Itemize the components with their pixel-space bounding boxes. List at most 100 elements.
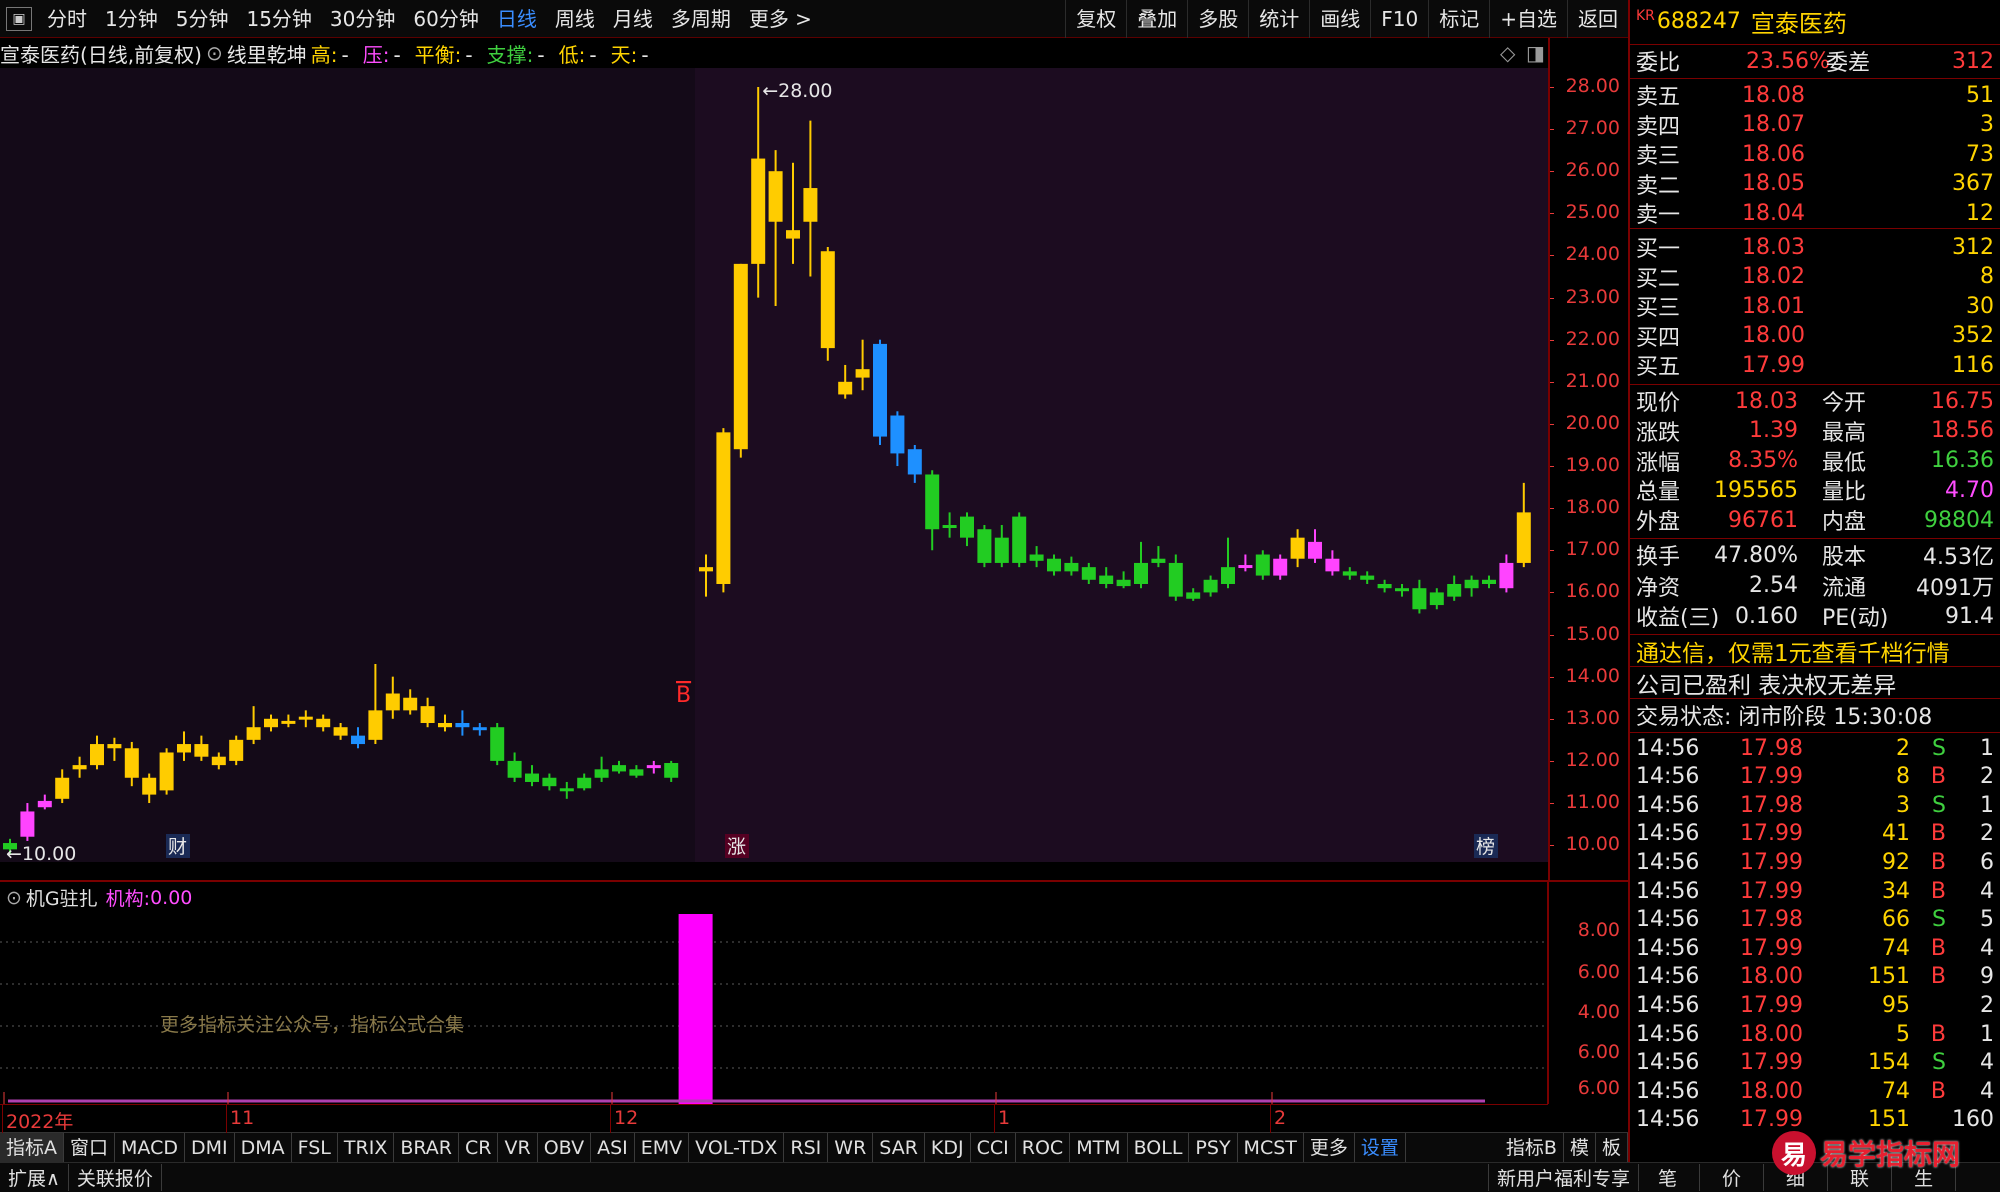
indicator-tab[interactable]: BOLL bbox=[1128, 1132, 1190, 1163]
indicator-tab[interactable]: KDJ bbox=[925, 1132, 971, 1163]
tool-button[interactable]: 标记 bbox=[1428, 0, 1489, 38]
event-tag[interactable]: 榜 bbox=[1476, 836, 1495, 858]
indicator-tab[interactable]: EMV bbox=[635, 1132, 690, 1163]
tick-price: 17.98 bbox=[1740, 907, 1803, 933]
indicator-tab[interactable]: MACD bbox=[115, 1132, 185, 1163]
candle-body bbox=[646, 765, 661, 769]
indicator-field-value: - bbox=[641, 42, 649, 67]
wei-cha-label: 委差 bbox=[1826, 51, 1871, 76]
indicator-name[interactable]: 线里乾坤 bbox=[227, 39, 307, 68]
indicator-field-value: - bbox=[537, 42, 545, 67]
candlestick-chart[interactable]: ←28.00 ←10.00 B 财 涨 榜 bbox=[0, 68, 1548, 862]
indicator-tab[interactable]: 指标A bbox=[0, 1132, 64, 1163]
indicator-tab[interactable]: FSL bbox=[292, 1132, 338, 1163]
period-tab[interactable]: 日线 bbox=[488, 0, 546, 38]
sell-row[interactable]: 卖五 18.08 51 bbox=[1636, 80, 1994, 111]
indicator-tab[interactable]: CR bbox=[459, 1132, 499, 1163]
indicator-tab[interactable]: DMA bbox=[235, 1132, 292, 1163]
book-volume: 8 bbox=[1980, 264, 1994, 289]
indicator-tab[interactable]: WR bbox=[828, 1132, 874, 1163]
indicator-tab[interactable]: CCI bbox=[971, 1132, 1016, 1163]
period-tab[interactable]: 30分钟 bbox=[321, 0, 404, 38]
sell-row[interactable]: 卖三 18.06 73 bbox=[1636, 139, 1994, 170]
layout-diamond-icon[interactable]: ◇ bbox=[1500, 41, 1515, 65]
indicator-tab[interactable]: MCST bbox=[1238, 1132, 1304, 1163]
indicator-tab[interactable]: DMI bbox=[185, 1132, 235, 1163]
period-tab[interactable]: 月线 bbox=[604, 0, 662, 38]
tick-time: 14:56 bbox=[1636, 935, 1700, 961]
indicator-tab[interactable]: 设置 bbox=[1355, 1132, 1406, 1163]
buy-row[interactable]: 买三 18.01 30 bbox=[1636, 291, 1994, 322]
indicator-tab[interactable]: ASI bbox=[591, 1132, 635, 1163]
indicator-pane[interactable]: ⊙ 机G驻扎 机构: 0.00 更多指标关注公众号，指标公式合集 8.00 6.0… bbox=[0, 882, 1620, 1104]
sell-row[interactable]: 卖一 18.04 12 bbox=[1636, 198, 1994, 229]
buy-row[interactable]: 买五 17.99 116 bbox=[1636, 350, 1994, 381]
tool-button[interactable]: 复权 bbox=[1065, 0, 1126, 38]
indicator-tab[interactable]: PSY bbox=[1189, 1132, 1238, 1163]
candle-body bbox=[925, 474, 940, 530]
tool-button[interactable]: 叠加 bbox=[1126, 0, 1187, 38]
tool-button[interactable]: 统计 bbox=[1248, 0, 1309, 38]
tool-button[interactable]: F10 bbox=[1370, 0, 1428, 38]
high-label: ←28.00 bbox=[762, 80, 832, 102]
period-tab[interactable]: 多周期 bbox=[662, 0, 740, 38]
period-tab[interactable]: 1分钟 bbox=[96, 0, 167, 38]
sell-row[interactable]: 卖四 18.07 3 bbox=[1636, 110, 1994, 140]
new-user-promo[interactable]: 新用户福利专享 bbox=[1488, 1164, 1640, 1191]
panel-toggle-icon[interactable]: ◨ bbox=[1526, 41, 1545, 65]
window-menu-icon[interactable]: ▣ bbox=[6, 6, 32, 31]
candle-body bbox=[1099, 575, 1114, 584]
indicator-tab[interactable]: 板 bbox=[1596, 1132, 1628, 1163]
tool-button[interactable]: 多股 bbox=[1187, 0, 1248, 38]
candle-body bbox=[403, 697, 418, 711]
event-tag[interactable]: 涨 bbox=[727, 836, 746, 858]
panel-tab[interactable]: 价 bbox=[1700, 1164, 1765, 1191]
indicator-tab[interactable]: VOL-TDX bbox=[689, 1132, 785, 1163]
period-tab[interactable]: 更多 > bbox=[740, 0, 821, 38]
indicator-tab[interactable]: VR bbox=[498, 1132, 538, 1163]
tick-row: 14:56 17.99 154 S 4 bbox=[1636, 1049, 1994, 1077]
period-tab[interactable]: 15分钟 bbox=[237, 0, 320, 38]
candlestick-pane[interactable]: ←28.00 ←10.00 B 财 涨 榜 bbox=[0, 68, 1548, 862]
candle-body bbox=[1151, 558, 1166, 563]
promo-text[interactable]: 通达信，仅需1元查看千档行情 bbox=[1636, 634, 1950, 668]
indicator-tab[interactable]: TRIX bbox=[338, 1132, 395, 1163]
tool-button[interactable]: +自选 bbox=[1489, 0, 1567, 38]
period-tab[interactable]: 60分钟 bbox=[404, 0, 487, 38]
buy-row[interactable]: 买四 18.00 352 bbox=[1636, 321, 1994, 351]
indicator-tab[interactable]: 模 bbox=[1564, 1132, 1596, 1163]
related-quote-button[interactable]: 关联报价 bbox=[69, 1164, 162, 1191]
indicator-tab[interactable]: SAR bbox=[873, 1132, 925, 1163]
indicator-tab[interactable]: RSI bbox=[784, 1132, 829, 1163]
stat-value: 1.39 bbox=[1749, 418, 1798, 444]
indicator-tab[interactable]: OBV bbox=[538, 1132, 592, 1163]
candle-body bbox=[1342, 571, 1357, 576]
tool-button[interactable]: 画线 bbox=[1309, 0, 1370, 38]
fundamental-row: 收益(三) 0.160 PE(动) 91.4 bbox=[1636, 601, 1994, 632]
indicator-tab[interactable]: 窗口 bbox=[64, 1132, 116, 1163]
indicator-tab[interactable]: MTM bbox=[1070, 1132, 1128, 1163]
buy-row[interactable]: 买二 18.02 8 bbox=[1636, 262, 1994, 292]
buy-row[interactable]: 买一 18.03 312 bbox=[1636, 232, 1994, 263]
event-tag[interactable]: 财 bbox=[168, 836, 187, 858]
notice-text: 公司已盈利 表决权无差异 bbox=[1636, 673, 1897, 699]
price-tick: 20.00 bbox=[1565, 411, 1620, 434]
indicator-field-label: 支撑: bbox=[486, 42, 534, 67]
period-tab[interactable]: 周线 bbox=[546, 0, 604, 38]
period-tab[interactable]: 5分钟 bbox=[167, 0, 238, 38]
chart-background-left bbox=[0, 68, 695, 862]
indicator-tab[interactable]: 指标B bbox=[1500, 1132, 1564, 1163]
period-tab[interactable]: 分时 bbox=[38, 0, 96, 38]
sell-row[interactable]: 卖二 18.05 367 bbox=[1636, 169, 1994, 199]
tool-button[interactable]: 返回 bbox=[1567, 0, 1628, 38]
panel-tab[interactable]: 笔 bbox=[1636, 1164, 1701, 1191]
indicator-toggle-icon[interactable]: ⊙ bbox=[206, 41, 223, 65]
promo-row[interactable]: 通达信，仅需1元查看千档行情 bbox=[1636, 634, 1994, 668]
indicator-tab[interactable]: ROC bbox=[1016, 1132, 1071, 1163]
indicator-tab[interactable]: 更多 bbox=[1304, 1132, 1355, 1163]
expand-button[interactable]: 扩展∧ bbox=[0, 1164, 69, 1191]
tick-side: B bbox=[1930, 1021, 1946, 1047]
b-marker[interactable]: B bbox=[676, 683, 691, 708]
indicator-tab[interactable]: BRAR bbox=[394, 1132, 460, 1163]
indicator-field: 天: - bbox=[611, 43, 653, 67]
